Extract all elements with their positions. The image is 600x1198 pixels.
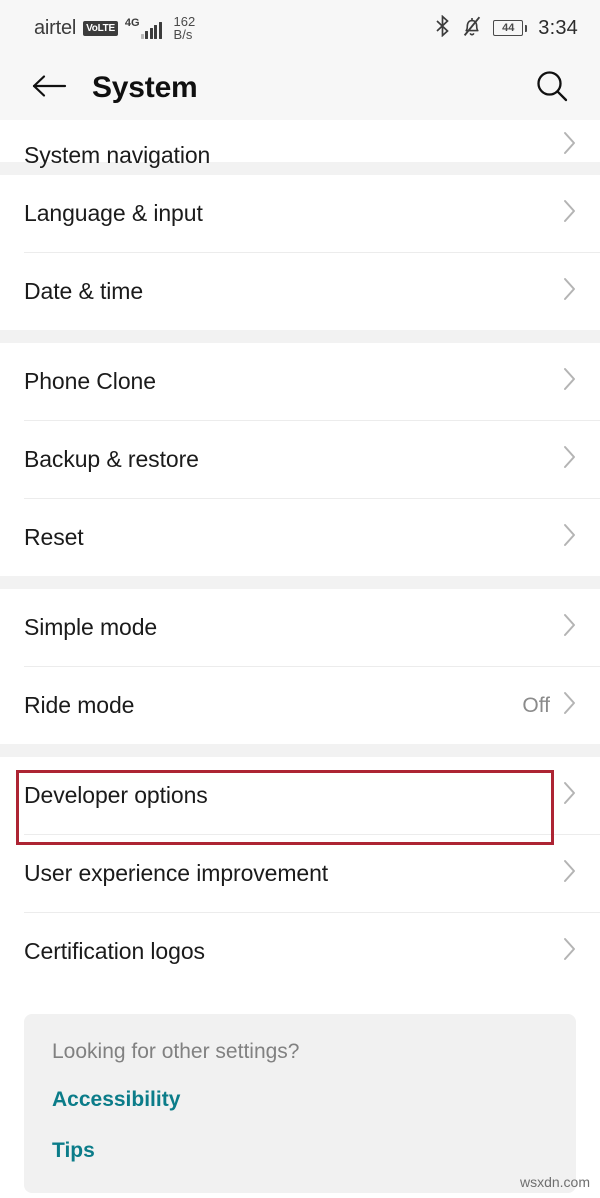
- group-navigation: System navigation: [0, 120, 600, 168]
- settings-row-ride-mode[interactable]: Ride mode Off: [0, 667, 600, 744]
- section-separator: [0, 330, 600, 343]
- group-transfer: Phone Clone Backup & restore Reset: [0, 343, 600, 576]
- status-bar-left: airtel VoLTE 4G 162 B/s: [34, 15, 195, 41]
- section-separator: [0, 576, 600, 589]
- volte-badge: VoLTE: [83, 20, 118, 36]
- group-modes: Simple mode Ride mode Off: [0, 589, 600, 744]
- footer-link-accessibility[interactable]: Accessibility: [52, 1088, 548, 1112]
- other-settings-links[interactable]: Accessibility Tips: [52, 1088, 548, 1163]
- chevron-right-icon: [562, 521, 578, 554]
- network-type-label: 4G: [124, 16, 140, 29]
- row-label: Language & input: [24, 200, 203, 226]
- row-label: Phone Clone: [24, 368, 156, 394]
- row-trailing: [562, 443, 578, 476]
- chevron-right-icon: [562, 129, 578, 162]
- row-label: Developer options: [24, 782, 208, 808]
- settings-row-certification-logos[interactable]: Certification logos: [0, 913, 600, 990]
- chevron-right-icon: [562, 857, 578, 890]
- carrier-label: airtel: [34, 16, 77, 39]
- row-label: Simple mode: [24, 614, 158, 640]
- row-trailing: [562, 521, 578, 554]
- bell-muted-icon: [462, 15, 482, 42]
- status-bar: airtel VoLTE 4G 162 B/s 44 3:34: [0, 0, 600, 56]
- section-separator: [0, 744, 600, 757]
- other-settings-title: Looking for other settings?: [52, 1040, 300, 1063]
- chevron-right-icon: [562, 197, 578, 230]
- battery-body: 44: [493, 20, 524, 36]
- back-button[interactable]: [28, 67, 70, 109]
- chevron-right-icon: [562, 935, 578, 968]
- app-bar: System: [0, 56, 600, 120]
- settings-row-language-input[interactable]: Language & input: [0, 175, 600, 252]
- settings-list[interactable]: System navigation Language & input Date & …: [0, 120, 600, 990]
- row-label: System navigation: [24, 142, 211, 168]
- battery-icon: 44: [493, 20, 528, 36]
- row-trailing: [562, 197, 578, 230]
- settings-row-developer-options[interactable]: Developer options: [0, 757, 600, 834]
- other-settings-card: Looking for other settings? Accessibilit…: [24, 1014, 576, 1193]
- row-trailing: [562, 935, 578, 968]
- battery-level-label: 44: [502, 21, 515, 34]
- chevron-right-icon: [562, 689, 578, 722]
- page-title: System: [92, 71, 198, 104]
- settings-row-phone-clone[interactable]: Phone Clone: [0, 343, 600, 420]
- settings-row-backup-restore[interactable]: Backup & restore: [0, 421, 600, 498]
- search-icon: [533, 67, 571, 110]
- data-speed-indicator: 162 B/s: [174, 15, 196, 41]
- row-label: Ride mode: [24, 692, 135, 718]
- row-trailing: [562, 129, 578, 162]
- row-label: Date & time: [24, 278, 144, 304]
- phone-screen: airtel VoLTE 4G 162 B/s 44 3:34 System S…: [0, 0, 600, 1198]
- row-label: Reset: [24, 524, 84, 550]
- settings-row-simple-mode[interactable]: Simple mode: [0, 589, 600, 666]
- settings-row-date-time[interactable]: Date & time: [0, 253, 600, 330]
- back-arrow-icon: [29, 72, 69, 105]
- settings-row-user-experience-improvement[interactable]: User experience improvement: [0, 835, 600, 912]
- row-trailing: [562, 275, 578, 308]
- settings-row-system-navigation[interactable]: System navigation: [0, 120, 600, 168]
- row-trailing: Off: [522, 689, 578, 722]
- chevron-right-icon: [562, 443, 578, 476]
- status-bar-right: 44 3:34: [434, 14, 578, 42]
- footer-section: Looking for other settings? Accessibilit…: [0, 990, 600, 1193]
- chevron-right-icon: [562, 275, 578, 308]
- search-button[interactable]: [530, 66, 574, 110]
- row-label: Certification logos: [24, 938, 205, 964]
- battery-cap: [524, 24, 528, 32]
- row-label: Backup & restore: [24, 446, 199, 472]
- chevron-right-icon: [562, 365, 578, 398]
- row-value: Off: [522, 693, 550, 717]
- settings-row-reset[interactable]: Reset: [0, 499, 600, 576]
- signal-indicator: 4G: [124, 16, 162, 39]
- chevron-right-icon: [562, 779, 578, 812]
- row-trailing: [562, 611, 578, 644]
- row-trailing: [562, 365, 578, 398]
- data-speed-unit: B/s: [173, 27, 193, 42]
- footer-link-tips[interactable]: Tips: [52, 1139, 548, 1163]
- row-trailing: [562, 779, 578, 812]
- row-trailing: [562, 857, 578, 890]
- row-label: User experience improvement: [24, 860, 329, 886]
- signal-bars-icon: [140, 21, 162, 39]
- clock-label: 3:34: [538, 16, 578, 39]
- group-language: Language & input Date & time: [0, 175, 600, 330]
- chevron-right-icon: [562, 611, 578, 644]
- bluetooth-icon: [434, 14, 451, 42]
- watermark: wsxdn.com: [519, 1174, 590, 1190]
- group-developer: Developer options User experience improve…: [0, 757, 600, 990]
